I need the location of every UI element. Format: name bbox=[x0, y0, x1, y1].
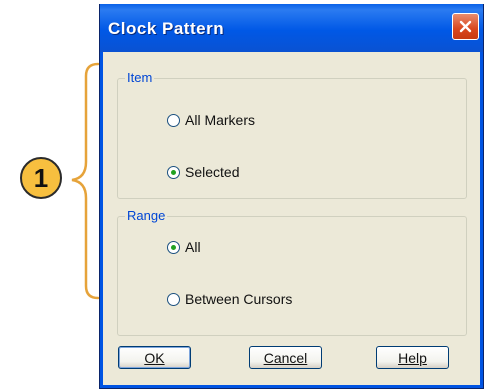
ok-button[interactable]: OK bbox=[118, 346, 191, 369]
range-group-legend: Range bbox=[125, 208, 168, 223]
radio-all-label[interactable]: All bbox=[185, 239, 201, 255]
radio-all[interactable]: All bbox=[167, 239, 201, 255]
callout-number: 1 bbox=[33, 162, 49, 193]
range-groupbox: Range All Between Cursors bbox=[117, 208, 467, 336]
radio-button-checked-icon[interactable] bbox=[167, 165, 180, 179]
radio-button-checked-icon[interactable] bbox=[167, 240, 180, 254]
close-button[interactable] bbox=[452, 13, 479, 40]
item-groupbox: Item All Markers Selected bbox=[117, 70, 467, 199]
radio-between-cursors-label[interactable]: Between Cursors bbox=[185, 291, 292, 307]
help-button[interactable]: Help bbox=[376, 346, 449, 369]
title-bar[interactable]: Clock Pattern bbox=[100, 4, 483, 52]
dialog-title: Clock Pattern bbox=[108, 19, 225, 38]
callout-brace-icon bbox=[71, 62, 100, 300]
radio-between-cursors[interactable]: Between Cursors bbox=[167, 291, 292, 307]
radio-selected-label[interactable]: Selected bbox=[185, 164, 239, 180]
ok-button-label: OK bbox=[144, 349, 165, 366]
cancel-button-label: Cancel bbox=[263, 349, 308, 366]
close-icon bbox=[459, 20, 472, 33]
radio-all-markers[interactable]: All Markers bbox=[167, 112, 255, 128]
dialog-client-area: Item All Markers Selected Range All Betw… bbox=[103, 52, 480, 385]
radio-selected[interactable]: Selected bbox=[167, 164, 239, 180]
item-group-legend: Item bbox=[125, 70, 155, 85]
cancel-button[interactable]: Cancel bbox=[249, 346, 322, 369]
radio-button-icon[interactable] bbox=[167, 113, 180, 127]
callout-number-badge: 1 bbox=[20, 157, 62, 199]
clock-pattern-dialog: Clock Pattern Item All Markers Selected … bbox=[99, 4, 484, 389]
radio-all-markers-label[interactable]: All Markers bbox=[185, 112, 255, 128]
help-button-label: Help bbox=[398, 349, 427, 366]
radio-button-icon[interactable] bbox=[167, 292, 180, 306]
